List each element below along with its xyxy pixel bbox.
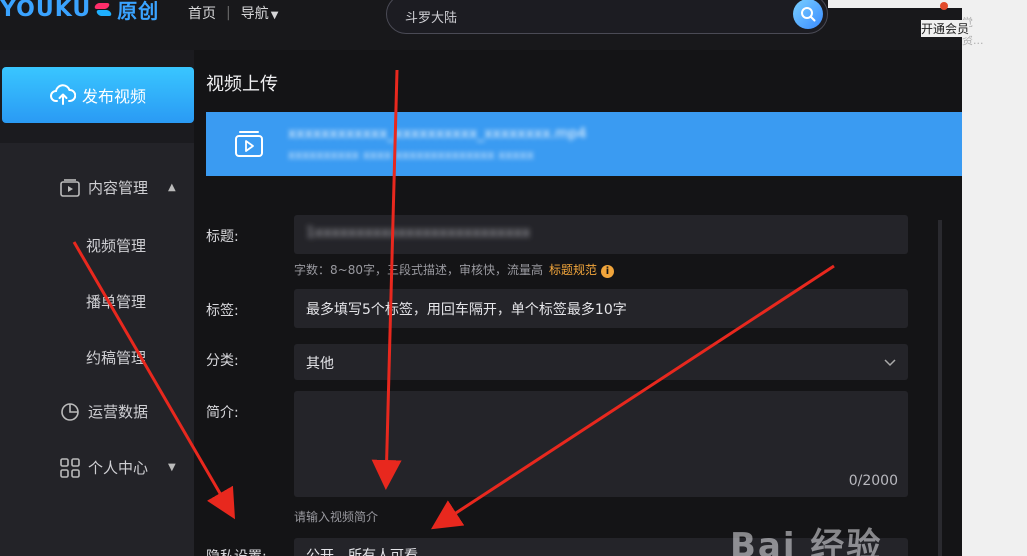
intro-label: 简介:	[206, 405, 239, 421]
page-gutter	[962, 0, 1027, 556]
scrollbar[interactable]	[938, 220, 942, 556]
sidebar-menu: 内容管理 ▲ 视频管理 播单管理 约稿管理 运营数据 个人中心 ▼	[0, 143, 194, 556]
sidebar-item-label: 内容管理	[88, 179, 149, 197]
file-name: xxxxxxxxxxxx_xxxxxxxxxx_xxxxxxxx.mp4	[288, 126, 587, 142]
top-bar: YOUKU 原创 首页 | 导航 ▼ 斗罗大陆	[0, 0, 962, 50]
top-nav: 首页 | 导航 ▼	[188, 3, 278, 23]
pie-chart-icon	[61, 402, 79, 421]
cloud-upload-icon	[50, 84, 76, 105]
video-file-icon	[235, 131, 263, 157]
chevron-down-icon	[884, 359, 896, 367]
nav-guide-link[interactable]: 导航 ▼	[241, 3, 279, 23]
search-bar: 斗罗大陆	[386, 0, 828, 34]
sidebar: 发布视频 内容管理 ▲ 视频管理 播单管理 约稿管理 运营数据 个人中心 ▼	[0, 50, 194, 556]
privacy-value: 公开，所有人可看	[306, 548, 418, 556]
upload-file-card: xxxxxxxxxxxx_xxxxxxxxxx_xxxxxxxx.mp4 xxx…	[206, 112, 962, 176]
chevron-down-icon: ▼	[270, 10, 279, 21]
sidebar-item-personal-center[interactable]: 个人中心 ▼	[60, 457, 176, 478]
sidebar-item-label: 运营数据	[88, 403, 149, 421]
privacy-label: 隐私设置:	[206, 546, 267, 556]
main-content: 视频上传 xxxxxxxxxxxx_xxxxxxxxxx_xxxxxxxx.mp…	[194, 50, 962, 556]
title-hint: 字数：8~80字，三段式描述，审核快，流量高 标题规范 i	[294, 261, 614, 278]
tags-field[interactable]: 最多填写5个标签，用回车隔开，单个标签最多10字	[294, 289, 908, 328]
publish-video-label: 发布视频	[81, 87, 146, 106]
sidebar-item-label: 个人中心	[88, 459, 149, 477]
title-label: 标题:	[206, 229, 239, 245]
intro-textarea[interactable]: 0/2000	[294, 391, 908, 497]
video-frame-icon	[60, 178, 80, 197]
category-label: 分类:	[206, 353, 239, 369]
search-button[interactable]	[793, 0, 823, 29]
intro-counter: 0/2000	[848, 473, 898, 489]
sidebar-item-video-manage[interactable]: 视频管理	[86, 235, 146, 256]
file-meta: xxxxxxxxxx xxxx xxxxxxxxxxxxxx xxxxx	[288, 148, 534, 162]
logo-text: YOUKU	[0, 0, 92, 22]
nav-guide-label: 导航	[240, 6, 269, 22]
notification-dot	[940, 2, 948, 10]
publish-video-button[interactable]: 发布视频	[2, 67, 194, 123]
logo-mark-icon	[95, 1, 113, 17]
search-icon	[801, 7, 816, 22]
category-value: 其他	[306, 356, 334, 372]
title-value: 1xxxxxxxxxxxxxxxxxxxxxxxxxx	[306, 225, 531, 241]
chevron-up-icon: ▲	[168, 182, 176, 193]
sidebar-item-content[interactable]: 内容管理 ▲	[60, 177, 176, 198]
tags-label: 标签:	[206, 303, 239, 319]
vip-link[interactable]: 开通会员	[921, 20, 970, 37]
youku-logo[interactable]: YOUKU 原创	[0, 0, 159, 24]
intro-hint: 请输入视频简介	[294, 510, 379, 524]
title-field[interactable]: 1xxxxxxxxxxxxxxxxxxxxxxxxxx	[294, 215, 908, 254]
watermark: Bai 经验	[730, 526, 883, 556]
search-input[interactable]: 斗罗大陆	[405, 7, 457, 26]
title-hint-text: 字数：8~80字，三段式描述，审核快，流量高	[294, 263, 543, 277]
chevron-down-icon: ▼	[168, 462, 176, 473]
tags-placeholder: 最多填写5个标签，用回车隔开，单个标签最多10字	[306, 302, 627, 318]
sidebar-item-playlist-manage[interactable]: 播单管理	[86, 291, 146, 312]
logo-cn-text: 原创	[117, 0, 160, 23]
sidebar-item-operation-data[interactable]: 运营数据	[60, 401, 148, 422]
nav-home-link[interactable]: 首页	[188, 3, 216, 23]
title-rule-link[interactable]: 标题规范	[549, 263, 597, 277]
info-icon[interactable]: i	[600, 265, 614, 278]
page-title: 视频上传	[206, 74, 278, 95]
grid-icon	[60, 457, 80, 478]
category-select[interactable]: 其他	[294, 344, 908, 380]
sidebar-item-commission-manage[interactable]: 约稿管理	[86, 347, 146, 368]
nav-separator: |	[226, 5, 231, 21]
